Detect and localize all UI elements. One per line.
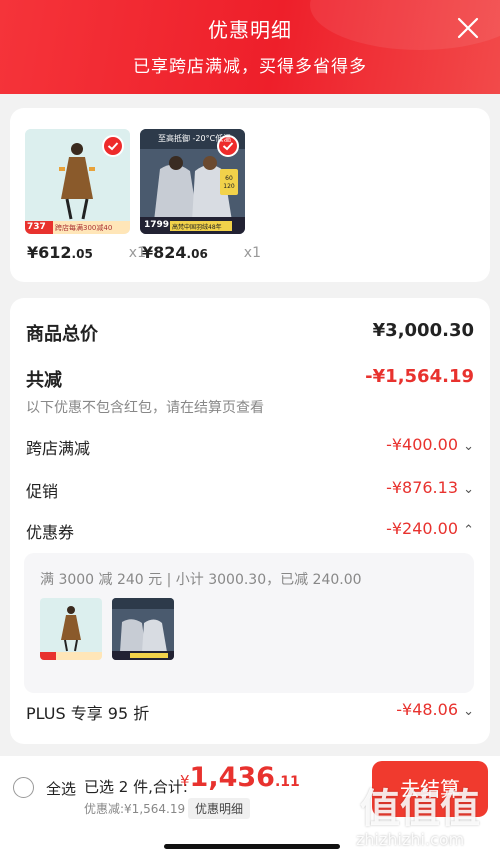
- discount-item-promotion[interactable]: 促销 -¥876.13 ⌄: [26, 478, 474, 502]
- watermark-logo: 值值值: [360, 786, 480, 832]
- warmth-badge: 60 120: [223, 175, 235, 190]
- mini-product-image: [112, 598, 174, 660]
- chevron-down-icon[interactable]: ⌄: [463, 439, 474, 454]
- selected-count-text: 已选 2 件,合计:: [84, 778, 188, 796]
- products-card: 737 跨店每满300减40 ¥612.05 x1 至高抵御 -20°C低温 6…: [10, 108, 490, 282]
- item-label: 优惠券: [26, 523, 75, 542]
- tag-price: 1799: [144, 220, 170, 230]
- discount-note-row: 以下优惠不包含红包，请在结算页查看: [26, 397, 474, 417]
- home-indicator: [164, 844, 340, 849]
- product-image: 至高抵御 -20°C低温 60 120 1799 高梵中国羽绒48年: [140, 129, 245, 234]
- item-value: -¥400.00 ⌄: [386, 435, 474, 454]
- item-label: 跨店满减: [26, 439, 91, 458]
- select-all-label[interactable]: 全选: [46, 778, 76, 799]
- item-value: -¥240.00 ⌃: [386, 519, 474, 538]
- banner-text: 至高抵御 -20°C低温: [158, 134, 232, 143]
- discount-label: 共减: [26, 370, 62, 391]
- item-value: -¥876.13 ⌄: [386, 478, 474, 497]
- item-label: 促销: [26, 482, 59, 501]
- discount-item-cross-store[interactable]: 跨店满减 -¥400.00 ⌄: [26, 435, 474, 459]
- plus-label: PLUS 专享 95 折: [26, 704, 150, 723]
- tag-promo: 跨店每满300减40: [55, 224, 113, 232]
- product-price: ¥824.06: [142, 243, 208, 262]
- discount-detail-card: 商品总价 ¥3,000.30 共减 -¥1,564.19 以下优惠不包含红包，请…: [10, 298, 490, 744]
- select-all-radio[interactable]: [13, 777, 34, 798]
- discount-summary-text: 优惠减:¥1,564.19: [84, 802, 186, 816]
- product-price: ¥612.05: [27, 243, 93, 262]
- tag-price: 737: [27, 222, 46, 232]
- product-qty: x1: [243, 245, 261, 261]
- watermark: 值值值 zhizhizhi.com: [340, 772, 500, 861]
- coupon-detail-text: 满 3000 减 240 元 | 小计 3000.30，已减 240.00: [40, 572, 362, 588]
- chevron-down-icon[interactable]: ⌄: [463, 482, 474, 497]
- discount-value: -¥1,564.19: [365, 366, 474, 387]
- close-icon[interactable]: [456, 16, 480, 40]
- grand-total: ¥1,436.11: [180, 762, 300, 793]
- product-item[interactable]: 至高抵御 -20°C低温 60 120 1799 高梵中国羽绒48年 ¥824.…: [140, 129, 261, 262]
- discount-row: 共减 -¥1,564.19: [26, 366, 474, 392]
- chevron-down-icon[interactable]: ⌄: [463, 704, 474, 719]
- product-image: 737 跨店每满300减40: [25, 129, 130, 234]
- plus-value: -¥48.06 ⌄: [396, 700, 474, 719]
- watermark-url: zhizhizhi.com: [356, 830, 465, 849]
- page-subtitle: 已享跨店满减，买得多省得多: [133, 57, 367, 77]
- promo-text: 高梵中国羽绒48年: [172, 224, 222, 231]
- product-item[interactable]: 737 跨店每满300减40 ¥612.05 x1: [25, 129, 146, 262]
- discount-item-coupon[interactable]: 优惠券 -¥240.00 ⌃: [26, 519, 474, 543]
- plus-discount-row[interactable]: PLUS 专享 95 折 -¥48.06 ⌄: [26, 700, 474, 724]
- discount-note: 以下优惠不包含红包，请在结算页查看: [26, 400, 264, 416]
- total-row: 商品总价 ¥3,000.30: [26, 320, 474, 346]
- selected-check-icon[interactable]: [102, 135, 124, 157]
- chevron-up-icon[interactable]: ⌃: [463, 523, 474, 538]
- mini-product-image: [40, 598, 102, 660]
- coupon-detail-box: 满 3000 减 240 元 | 小计 3000.30，已减 240.00: [24, 553, 474, 693]
- discount-detail-button[interactable]: 优惠明细: [188, 798, 251, 819]
- header: 优惠明细 已享跨店满减，买得多省得多: [0, 0, 500, 94]
- total-value: ¥3,000.30: [372, 320, 474, 341]
- total-label: 商品总价: [26, 324, 98, 345]
- page-title: 优惠明细: [208, 18, 292, 42]
